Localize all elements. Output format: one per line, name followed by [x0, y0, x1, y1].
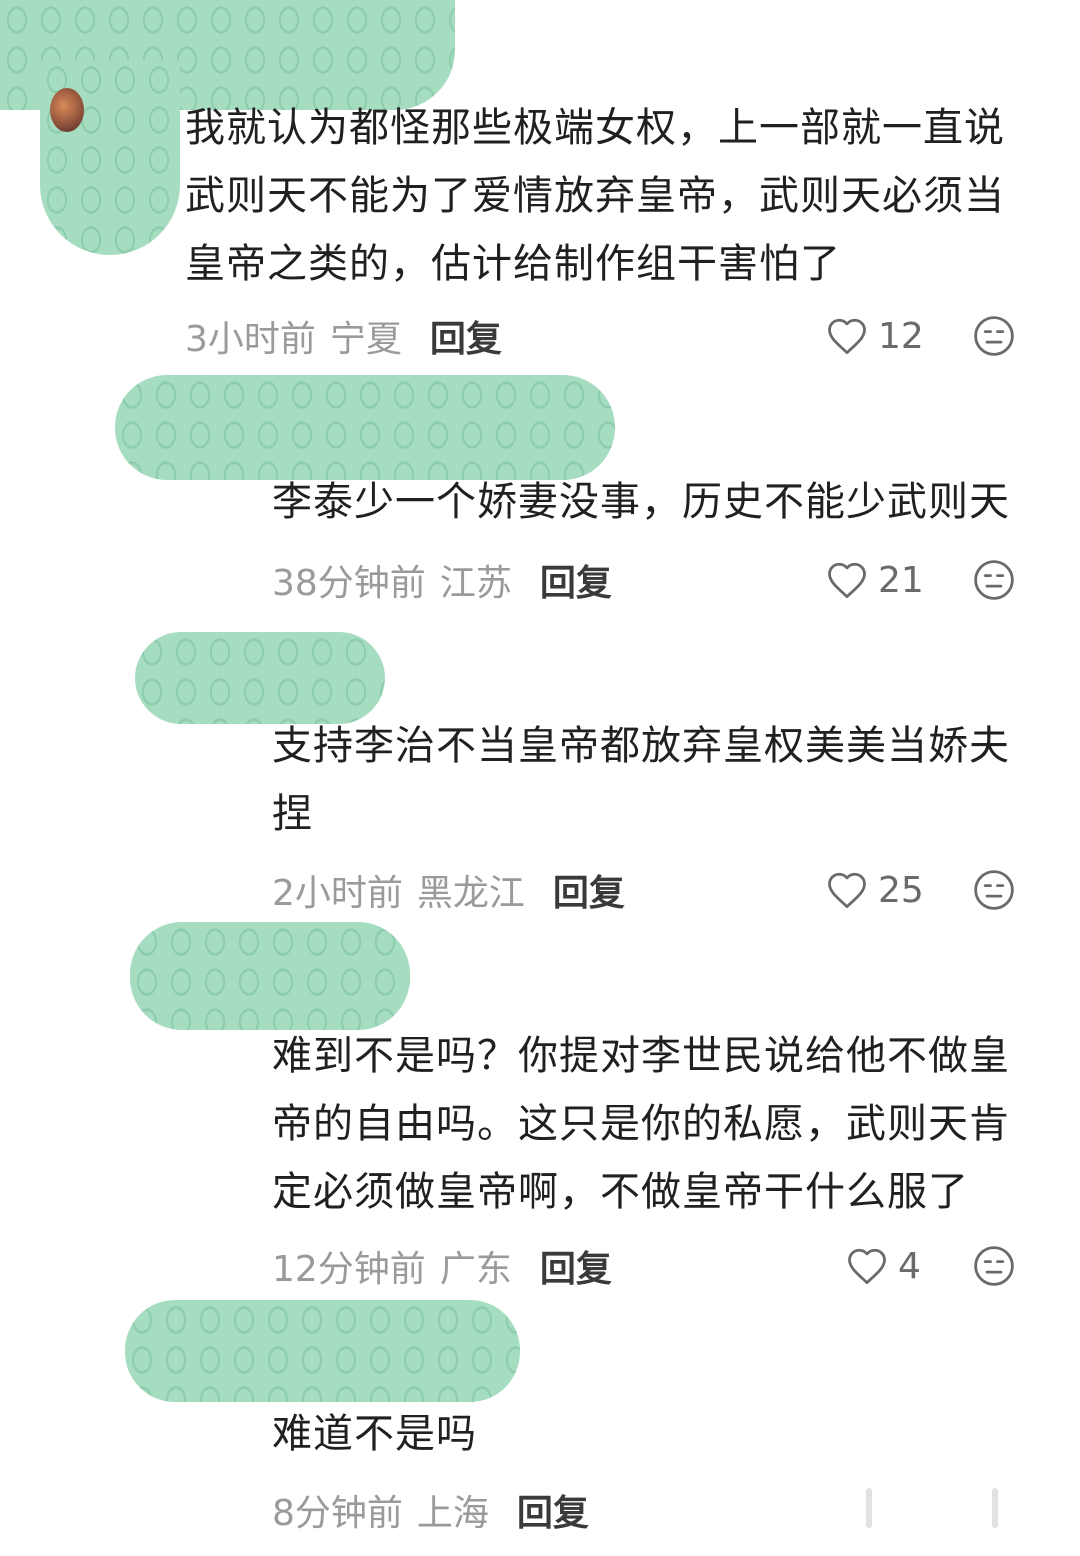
comment-meta: 8分钟前 上海 回复 [272, 1485, 589, 1535]
comment-time: 12分钟前 [272, 1249, 426, 1290]
heart-outline-icon [828, 562, 866, 599]
neutral-face-icon[interactable] [973, 315, 1015, 357]
comment-time: 2小时前 [272, 873, 403, 914]
comment-location: 江苏 [439, 563, 512, 604]
reply-button[interactable]: 回复 [430, 310, 502, 362]
reply-button[interactable]: 回复 [553, 864, 625, 916]
comment-text: 李泰少一个娇妻没事，历史不能少武则天 [272, 479, 1010, 525]
neutral-face-icon-partial [992, 1488, 998, 1528]
comment-time: 38分钟前 [272, 563, 426, 604]
reply-button[interactable]: 回复 [517, 1484, 589, 1536]
comment-meta: 38分钟前 江苏 回复 [272, 555, 612, 605]
comment-location: 宁夏 [329, 319, 402, 360]
like-button[interactable]: 12 [826, 311, 924, 361]
reply-button[interactable]: 回复 [540, 1240, 612, 1292]
comment-location: 上海 [416, 1493, 489, 1534]
heart-outline-icon [828, 318, 866, 355]
heart-outline-icon [848, 1248, 886, 1285]
comment-time: 3小时前 [185, 319, 316, 360]
neutral-face-icon[interactable] [973, 1245, 1015, 1287]
comment-location: 广东 [439, 1249, 512, 1290]
comment-text: 支持李治不当皇帝都放弃皇权美美当娇夫捏 [272, 723, 1010, 837]
like-count: 4 [898, 1245, 921, 1287]
redaction-mask-5 [125, 1300, 520, 1402]
comment-text: 难道不是吗 [272, 1411, 477, 1457]
redaction-mask-4 [130, 922, 410, 1030]
avatar [50, 88, 84, 132]
neutral-face-icon[interactable] [973, 559, 1015, 601]
like-count: 25 [878, 869, 924, 911]
like-button[interactable]: 25 [826, 865, 924, 915]
redaction-mask-2 [115, 375, 615, 480]
neutral-face-icon[interactable] [973, 869, 1015, 911]
comment-text: 难到不是吗？你提对李世民说给他不做皇帝的自由吗。这只是你的私愿，武则天肯定必须做… [272, 1033, 1010, 1215]
comment-text: 我就认为都怪那些极端女权，上一部就一直说武则天不能为了爱情放弃皇帝，武则天必须当… [185, 105, 1005, 287]
comment-meta: 3小时前 宁夏 回复 [185, 311, 502, 361]
comment-meta: 12分钟前 广东 回复 [272, 1241, 612, 1291]
like-button[interactable]: 21 [826, 555, 924, 605]
like-count: 21 [878, 559, 924, 601]
reply-button[interactable]: 回复 [540, 554, 612, 606]
comment-time: 8分钟前 [272, 1493, 403, 1534]
redaction-mask-3 [135, 632, 385, 724]
comment-location: 黑龙江 [416, 873, 525, 914]
like-icon-partial [866, 1488, 872, 1528]
heart-outline-icon [828, 872, 866, 909]
comment-meta: 2小时前 黑龙江 回复 [272, 865, 625, 915]
like-count: 12 [878, 315, 924, 357]
like-button[interactable]: 4 [846, 1241, 921, 1291]
